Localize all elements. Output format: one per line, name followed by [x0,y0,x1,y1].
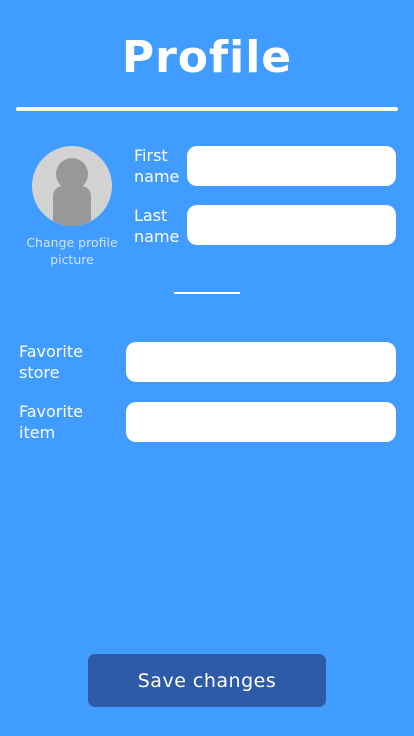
last-name-input[interactable] [187,205,396,245]
change-profile-picture-link[interactable]: Change profile picture [12,234,132,268]
favorite-item-input[interactable] [126,402,396,442]
last-name-label: Last name [134,206,180,246]
favorite-store-input[interactable] [126,342,396,382]
person-silhouette-body [53,186,91,226]
section-divider [174,292,240,294]
first-name-label: First name [134,146,180,186]
favorite-item-label: Favorite item [19,402,83,442]
page-title: Profile [121,32,293,83]
first-name-input[interactable] [187,146,396,186]
profile-picture[interactable] [32,146,112,226]
save-changes-button[interactable]: Save changes [88,654,326,707]
favorite-store-label: Favorite store [19,342,83,382]
title-divider [16,107,398,111]
